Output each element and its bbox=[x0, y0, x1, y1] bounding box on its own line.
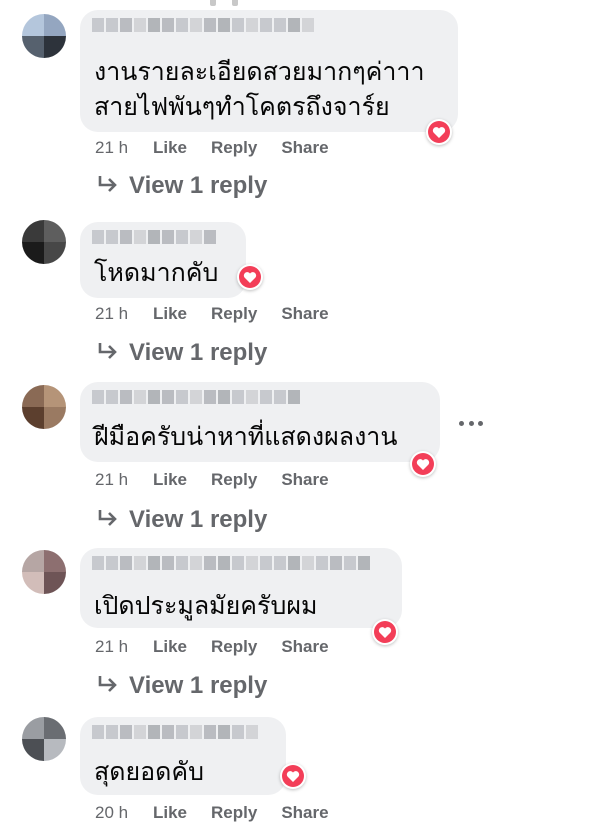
view-replies-label: View 1 reply bbox=[129, 506, 268, 533]
avatar[interactable] bbox=[22, 14, 66, 58]
comment-actions: 21 h Like Reply Share bbox=[95, 138, 353, 158]
comment-bubble: เปิดประมูลมัยครับผม bbox=[80, 548, 402, 628]
like-button[interactable]: Like bbox=[153, 304, 187, 324]
commenter-name-blurred[interactable] bbox=[92, 230, 216, 244]
avatar[interactable] bbox=[22, 717, 66, 761]
commenter-name-blurred[interactable] bbox=[92, 556, 370, 570]
view-replies-link[interactable]: View 1 reply bbox=[97, 171, 267, 201]
love-reaction-icon[interactable] bbox=[372, 619, 398, 645]
comment-text-line: ฝีมือครับน่าหาที่แสดงผลงาน bbox=[94, 422, 398, 451]
reply-button[interactable]: Reply bbox=[211, 803, 257, 823]
commenter-name-blurred[interactable] bbox=[92, 725, 258, 739]
reply-arrow-icon bbox=[97, 172, 121, 200]
like-button[interactable]: Like bbox=[153, 803, 187, 823]
love-reaction-icon[interactable] bbox=[426, 119, 452, 145]
comment-timestamp[interactable]: 21 h bbox=[95, 470, 153, 490]
reply-arrow-icon bbox=[97, 506, 121, 534]
comment-bubble: งานรายละเอียดสวยมากๆค่าาา สายไฟพันๆทำโคต… bbox=[80, 10, 458, 132]
comment-text-line: สุดยอดคับ bbox=[94, 757, 204, 786]
avatar[interactable] bbox=[22, 220, 66, 264]
view-replies-link[interactable]: View 1 reply bbox=[97, 671, 267, 701]
share-button[interactable]: Share bbox=[281, 637, 328, 657]
comment-text-line: สายไฟพันๆทำโคตรถึงจาร์ย bbox=[94, 92, 390, 121]
comment-bubble: ฝีมือครับน่าหาที่แสดงผลงาน bbox=[80, 382, 440, 462]
view-replies-link[interactable]: View 1 reply bbox=[97, 338, 267, 368]
like-button[interactable]: Like bbox=[153, 138, 187, 158]
reply-arrow-icon bbox=[97, 339, 121, 367]
comment-actions: 20 h Like Reply Share bbox=[95, 803, 353, 823]
love-reaction-icon[interactable] bbox=[410, 451, 436, 477]
love-reaction-icon[interactable] bbox=[237, 264, 263, 290]
view-replies-link[interactable]: View 1 reply bbox=[97, 505, 267, 535]
comment-actions: 21 h Like Reply Share bbox=[95, 304, 353, 324]
view-replies-label: View 1 reply bbox=[129, 672, 268, 699]
like-button[interactable]: Like bbox=[153, 470, 187, 490]
reply-button[interactable]: Reply bbox=[211, 637, 257, 657]
share-button[interactable]: Share bbox=[281, 470, 328, 490]
comment-actions: 21 h Like Reply Share bbox=[95, 637, 353, 657]
love-reaction-icon[interactable] bbox=[280, 763, 306, 789]
comment-timestamp[interactable]: 21 h bbox=[95, 304, 153, 324]
reply-button[interactable]: Reply bbox=[211, 470, 257, 490]
comment-timestamp[interactable]: 20 h bbox=[95, 803, 153, 823]
comment-timestamp[interactable]: 21 h bbox=[95, 637, 153, 657]
share-button[interactable]: Share bbox=[281, 138, 328, 158]
reply-arrow-icon bbox=[97, 672, 121, 700]
reply-button[interactable]: Reply bbox=[211, 138, 257, 158]
like-button[interactable]: Like bbox=[153, 637, 187, 657]
comments-section: งานรายละเอียดสวยมากๆค่าาา สายไฟพันๆทำโคต… bbox=[0, 0, 600, 836]
share-button[interactable]: Share bbox=[281, 304, 328, 324]
more-options-icon[interactable] bbox=[459, 417, 483, 429]
comment-timestamp[interactable]: 21 h bbox=[95, 138, 153, 158]
avatar[interactable] bbox=[22, 550, 66, 594]
share-button[interactable]: Share bbox=[281, 803, 328, 823]
reply-button[interactable]: Reply bbox=[211, 304, 257, 324]
view-replies-label: View 1 reply bbox=[129, 339, 268, 366]
comment-text-line: โหดมากคับ bbox=[94, 258, 219, 287]
comment-text-line: เปิดประมูลมัยครับผม bbox=[94, 591, 318, 620]
comment-bubble: สุดยอดคับ bbox=[80, 717, 286, 795]
comment-actions: 21 h Like Reply Share bbox=[95, 470, 353, 490]
avatar[interactable] bbox=[22, 385, 66, 429]
previous-comment-fragment bbox=[210, 0, 250, 6]
comment-bubble: โหดมากคับ bbox=[80, 222, 246, 298]
view-replies-label: View 1 reply bbox=[129, 172, 268, 199]
comment-text-line: งานรายละเอียดสวยมากๆค่าาา bbox=[94, 57, 425, 86]
commenter-name-blurred[interactable] bbox=[92, 18, 314, 32]
commenter-name-blurred[interactable] bbox=[92, 390, 300, 404]
